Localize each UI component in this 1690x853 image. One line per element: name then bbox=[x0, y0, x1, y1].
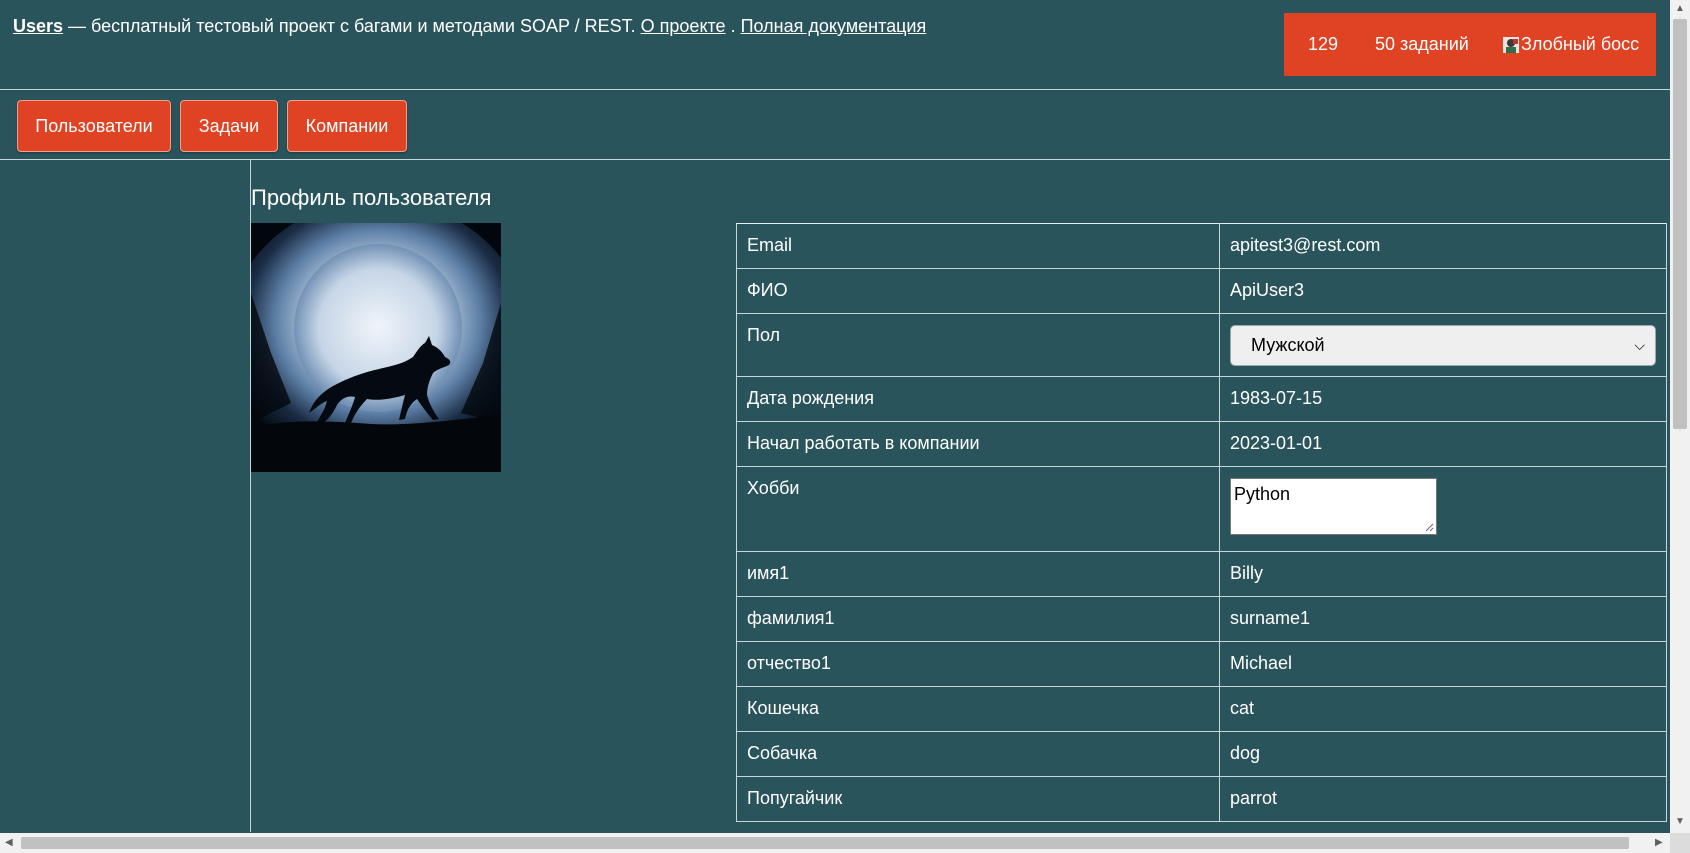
field-value: dog bbox=[1219, 731, 1667, 777]
field-label: имя1 bbox=[736, 551, 1220, 597]
field-label: Email bbox=[736, 223, 1220, 269]
field-label: Хобби bbox=[736, 466, 1220, 552]
site-header: Users — бесплатный тестовый проект с баг… bbox=[13, 16, 926, 37]
table-row: Собачка dog bbox=[736, 731, 1667, 777]
field-label: Кошечка bbox=[736, 686, 1220, 732]
brand-link[interactable]: Users bbox=[13, 16, 63, 36]
boss-label: Злобный босс bbox=[1521, 34, 1640, 54]
field-value: cat bbox=[1219, 686, 1667, 732]
vertical-scrollbar[interactable]: ▲ ▼ bbox=[1670, 0, 1690, 853]
field-label: Пол bbox=[736, 313, 1220, 377]
scroll-left-icon[interactable]: ◀ bbox=[5, 838, 13, 848]
table-row: отчество1 Michael bbox=[736, 641, 1667, 687]
table-row: Email apitest3@rest.com bbox=[736, 223, 1667, 269]
chevron-down-icon: ⌵ bbox=[1634, 337, 1645, 353]
table-row: Дата рождения 1983-07-15 bbox=[736, 376, 1667, 422]
hobby-textarea[interactable]: Python bbox=[1230, 478, 1437, 535]
nav-companies-button[interactable]: Компании bbox=[287, 100, 407, 152]
gender-select[interactable]: Мужской ⌵ bbox=[1230, 325, 1656, 366]
header-tagline: — бесплатный тестовый проект с багами и … bbox=[63, 16, 641, 36]
table-row: Пол Мужской ⌵ bbox=[736, 313, 1667, 377]
table-row: Начал работать в компании 2023-01-01 bbox=[736, 421, 1667, 467]
vertical-scroll-thumb[interactable] bbox=[1673, 19, 1687, 429]
boss-link[interactable]: Злобный босс bbox=[1503, 34, 1639, 55]
about-link[interactable]: О проекте bbox=[641, 16, 726, 36]
field-label: Собачка bbox=[736, 731, 1220, 777]
scroll-up-icon[interactable]: ▲ bbox=[1675, 4, 1685, 14]
status-count: 129 bbox=[1308, 34, 1339, 54]
docs-link[interactable]: Полная документация bbox=[741, 16, 927, 36]
field-label: отчество1 bbox=[736, 641, 1220, 687]
field-value: parrot bbox=[1219, 776, 1667, 822]
field-value: Мужской ⌵ bbox=[1219, 313, 1667, 377]
table-row: Хобби Python bbox=[736, 466, 1667, 552]
horizontal-scrollbar[interactable]: ◀ ▶ bbox=[0, 833, 1670, 853]
boss-avatar-icon bbox=[1503, 36, 1519, 53]
field-value: 2023-01-01 bbox=[1219, 421, 1667, 467]
nav-tasks-button[interactable]: Задачи bbox=[180, 100, 278, 152]
field-label: ФИО bbox=[736, 268, 1220, 314]
table-row: ФИО ApiUser3 bbox=[736, 268, 1667, 314]
scrollbar-corner bbox=[1670, 833, 1690, 853]
field-value: 1983-07-15 bbox=[1219, 376, 1667, 422]
table-row: имя1 Billy bbox=[736, 551, 1667, 597]
scroll-down-icon[interactable]: ▼ bbox=[1675, 817, 1685, 827]
hobby-text: Python bbox=[1234, 484, 1291, 504]
scroll-right-icon[interactable]: ▶ bbox=[1655, 838, 1663, 848]
field-value: apitest3@rest.com bbox=[1219, 223, 1667, 269]
field-label: Начал работать в компании bbox=[736, 421, 1220, 467]
field-value: Python bbox=[1219, 466, 1667, 552]
tasks-count-link[interactable]: 50 заданий bbox=[1375, 34, 1469, 55]
field-value: ApiUser3 bbox=[1219, 268, 1667, 314]
field-value: surname1 bbox=[1219, 596, 1667, 642]
field-value: Billy bbox=[1219, 551, 1667, 597]
table-row: фамилия1 surname1 bbox=[736, 596, 1667, 642]
page-title: Профиль пользователя bbox=[251, 185, 492, 210]
header-divider bbox=[0, 89, 1670, 90]
field-label: Попугайчик bbox=[736, 776, 1220, 822]
user-avatar bbox=[251, 223, 501, 472]
resize-grip-icon[interactable] bbox=[1425, 523, 1434, 532]
table-row: Попугайчик parrot bbox=[736, 776, 1667, 822]
wolf-moon-image bbox=[251, 223, 501, 472]
gender-select-value: Мужской bbox=[1251, 335, 1325, 355]
header-separator: . bbox=[725, 16, 741, 36]
nav-users-button[interactable]: Пользователи bbox=[17, 100, 171, 152]
status-panel: 129 50 заданий Злобный босс bbox=[1284, 13, 1656, 76]
profile-table: Email apitest3@rest.com ФИО ApiUser3 Пол… bbox=[736, 223, 1667, 822]
horizontal-scroll-thumb[interactable] bbox=[21, 837, 1629, 849]
field-label: Дата рождения bbox=[736, 376, 1220, 422]
field-value: Michael bbox=[1219, 641, 1667, 687]
table-row: Кошечка cat bbox=[736, 686, 1667, 732]
field-label: фамилия1 bbox=[736, 596, 1220, 642]
